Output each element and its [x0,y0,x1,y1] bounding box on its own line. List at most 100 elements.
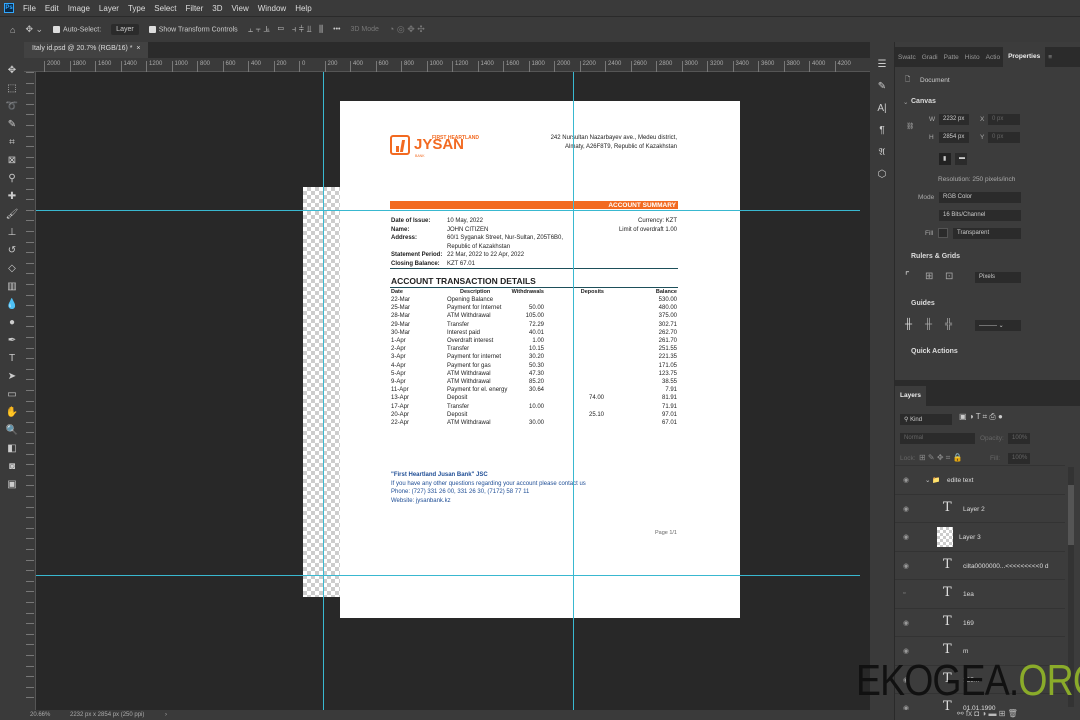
eye-icon[interactable]: ◉ [903,505,909,513]
menu-filter[interactable]: Filter [186,4,204,13]
pixel-grid-icon[interactable]: ⊡ [945,271,953,282]
character-icon[interactable]: A| [870,98,894,120]
eyedropper-tool-icon[interactable]: ⚲ [3,170,21,187]
guide-vertical[interactable] [323,72,324,710]
healing-tool-icon[interactable]: ✚ [3,188,21,205]
zoom-tool-icon[interactable]: 🔍 [3,422,21,439]
menu-file[interactable]: File [23,4,36,13]
menu-edit[interactable]: Edit [45,4,59,13]
width-field[interactable]: 2232 px [939,114,969,125]
link-icon[interactable]: ⛓ [906,122,914,130]
landscape-orientation-icon[interactable]: ▬ [955,153,967,165]
eraser-tool-icon[interactable]: ◇ [3,260,21,277]
layer-row[interactable]: ◉ Layer 3 [895,522,1065,550]
dodge-tool-icon[interactable]: ● [3,314,21,331]
portrait-orientation-icon[interactable]: ▮ [939,153,951,165]
hand-tool-icon[interactable]: ✋ [3,404,21,421]
quick-actions-section[interactable]: Quick Actions [911,348,958,355]
3d-icon[interactable]: ⬡ [870,164,894,186]
show-transform-checkbox[interactable]: Show Transform Controls [148,25,238,33]
history-brush-icon[interactable]: ↺ [3,242,21,259]
layer-row[interactable]: ◉ T 169 [895,607,1065,636]
brush-settings-icon[interactable]: ✎ [870,76,894,98]
quick-select-tool-icon[interactable]: ✎ [3,116,21,133]
pen-tool-icon[interactable]: ✒ [3,332,21,349]
eye-icon[interactable]: ◉ [903,619,909,627]
eye-icon[interactable]: ◉ [903,562,909,570]
home-icon[interactable]: ⌂ [10,25,15,35]
auto-select-target-dropdown[interactable]: Layer [111,24,139,35]
grid-icon[interactable]: ⊞ [925,271,933,282]
layer-row[interactable]: ◉ ⌄ 📁 edite text [895,465,1065,493]
units-dropdown[interactable]: Pixels [975,272,1021,283]
eye-icon[interactable]: ◉ [903,476,909,484]
glyphs-icon[interactable]: 𝔄 [870,142,894,164]
paragraph-icon[interactable]: ¶ [870,120,894,142]
document-tab[interactable]: Italy id.psd @ 20.7% (RGB/16) * × [24,42,149,58]
rulers-grids-section[interactable]: Rulers & Grids [911,253,960,260]
menu-view[interactable]: View [232,4,249,13]
guide-horizontal[interactable] [36,210,860,211]
screen-mode-icon[interactable]: ▣ [3,476,21,493]
layer-row[interactable]: ◉ Tcilta0000000...<<<<<<<<<0 d [895,550,1065,579]
move-tool-icon[interactable]: ✥ ⌄ [25,24,43,35]
menu-3d[interactable]: 3D [212,4,222,13]
opacity-field[interactable]: 100% [1008,433,1030,444]
height-field[interactable]: 2854 px [939,132,969,143]
more-options-button[interactable]: ••• [333,26,340,33]
align-icons[interactable]: ⫠ ⫟ ⫡ ▭ ⫞ ⫩ ⫫ ⫼ [248,24,323,35]
gradient-tool-icon[interactable]: ▥ [3,278,21,295]
frame-tool-icon[interactable]: ⊠ [3,152,21,169]
tab-swatches[interactable]: Swatc [895,54,919,61]
type-tool-icon[interactable]: T [3,350,21,367]
menu-select[interactable]: Select [154,4,176,13]
menu-image[interactable]: Image [68,4,90,13]
ruler-icon[interactable]: ⌜ [905,271,910,282]
blend-mode-dropdown[interactable]: Normal [900,433,975,444]
menu-window[interactable]: Window [258,4,286,13]
move-tool-icon[interactable]: ✥ [3,62,21,79]
fill-swatch[interactable] [938,228,948,238]
close-tab-icon[interactable]: × [136,45,140,52]
3d-tools-icons[interactable]: ◔ ◎ ✥ ✣ [389,24,425,35]
menu-layer[interactable]: Layer [99,4,119,13]
guide-vertical[interactable] [573,72,574,710]
lock-icons[interactable]: ⊞ ✎ ✥ ⌗ 🔒 [919,453,962,463]
auto-select-checkbox[interactable]: Auto-Select: [53,25,101,33]
zoom-level[interactable]: 20.66% [30,712,50,718]
quick-mask-icon[interactable]: ◙ [3,458,21,475]
layer-row[interactable]: ▫ T 1ea [895,579,1065,607]
blur-tool-icon[interactable]: 💧 [3,296,21,313]
menu-help[interactable]: Help [295,4,311,13]
brush-tool-icon[interactable]: 🖌 [3,206,21,223]
guide-style-dropdown[interactable]: ——— ⌄ [975,320,1021,331]
layer-filter-icons[interactable]: ▣ ◑ T ⌗ ⎙ ● [959,412,1003,422]
panel-menu-icon[interactable]: ≡ [1045,54,1055,61]
layer-filter-kind[interactable]: ⚲ Kind [900,414,952,425]
lasso-tool-icon[interactable]: ➰ [3,98,21,115]
eye-icon[interactable]: ◉ [903,647,909,655]
y-field[interactable]: 0 px [988,132,1020,143]
lock-guides-icon[interactable]: ╫ [925,319,932,330]
visibility-off-icon[interactable]: ▫ [903,590,905,597]
layer-actions-icons[interactable]: ⚯ fx ◘ ◑ ▬ ⊞ 🗑 [957,709,1018,718]
marquee-tool-icon[interactable]: ⬚ [3,80,21,97]
status-menu-arrow[interactable]: › [165,712,167,718]
tab-patterns[interactable]: Patte [941,54,962,61]
guides-section[interactable]: Guides [911,300,935,307]
tab-properties[interactable]: Properties [1003,47,1046,67]
tab-gradients[interactable]: Gradi [919,54,941,61]
document-page[interactable]: FIRST HEARTLAND JYSAN BANK 242 Nursultan… [340,101,740,618]
eye-icon[interactable]: ◉ [903,533,909,541]
adjust-icon[interactable]: ☰ [870,54,894,76]
tab-actions[interactable]: Actio [983,54,1003,61]
guide-horizontal[interactable] [36,575,860,576]
rectangle-tool-icon[interactable]: ▭ [3,386,21,403]
mode-dropdown[interactable]: RGB Color [939,192,1021,203]
crop-tool-icon[interactable]: ⌗ [3,134,21,151]
smart-guides-icon[interactable]: ╬ [945,319,952,330]
tab-layers[interactable]: Layers [895,386,926,406]
x-field[interactable]: 0 px [988,114,1020,125]
menu-type[interactable]: Type [128,4,145,13]
layer-row[interactable]: ◉ T Layer 2 [895,493,1065,522]
